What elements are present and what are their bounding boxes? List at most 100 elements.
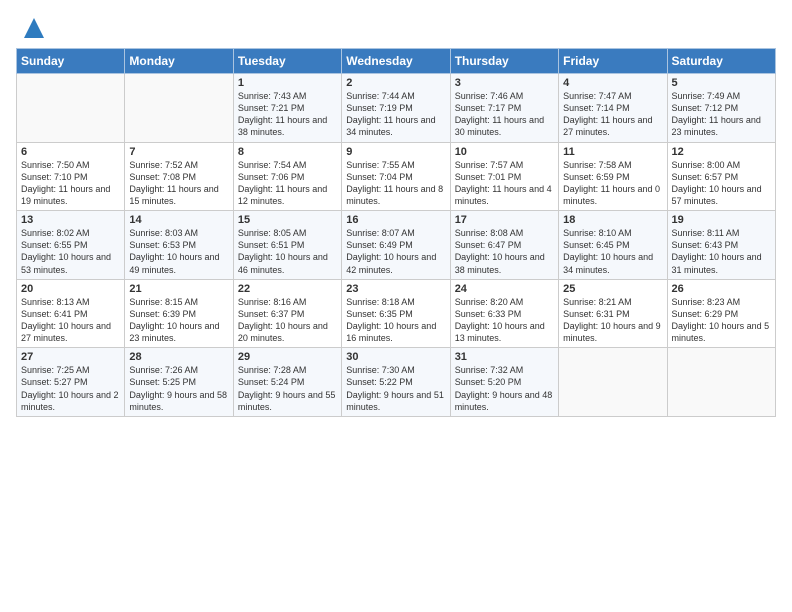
day-info: Sunrise: 7:26 AM Sunset: 5:25 PM Dayligh… <box>129 364 228 413</box>
day-number: 3 <box>455 77 554 89</box>
day-number: 18 <box>563 214 662 226</box>
day-number: 15 <box>238 214 337 226</box>
day-cell: 9Sunrise: 7:55 AM Sunset: 7:04 PM Daylig… <box>342 142 450 211</box>
day-number: 23 <box>346 283 445 295</box>
day-info: Sunrise: 7:30 AM Sunset: 5:22 PM Dayligh… <box>346 364 445 413</box>
day-number: 25 <box>563 283 662 295</box>
weekday-friday: Friday <box>559 49 667 74</box>
day-info: Sunrise: 7:54 AM Sunset: 7:06 PM Dayligh… <box>238 159 337 208</box>
day-number: 28 <box>129 351 228 363</box>
day-info: Sunrise: 7:25 AM Sunset: 5:27 PM Dayligh… <box>21 364 120 413</box>
day-cell <box>17 74 125 143</box>
day-number: 19 <box>672 214 771 226</box>
day-cell: 20Sunrise: 8:13 AM Sunset: 6:41 PM Dayli… <box>17 279 125 348</box>
day-info: Sunrise: 7:49 AM Sunset: 7:12 PM Dayligh… <box>672 90 771 139</box>
day-cell: 3Sunrise: 7:46 AM Sunset: 7:17 PM Daylig… <box>450 74 558 143</box>
day-info: Sunrise: 8:11 AM Sunset: 6:43 PM Dayligh… <box>672 227 771 276</box>
weekday-saturday: Saturday <box>667 49 775 74</box>
logo-icon <box>20 14 48 42</box>
day-cell: 1Sunrise: 7:43 AM Sunset: 7:21 PM Daylig… <box>233 74 341 143</box>
day-info: Sunrise: 7:52 AM Sunset: 7:08 PM Dayligh… <box>129 159 228 208</box>
day-info: Sunrise: 8:15 AM Sunset: 6:39 PM Dayligh… <box>129 296 228 345</box>
day-cell: 23Sunrise: 8:18 AM Sunset: 6:35 PM Dayli… <box>342 279 450 348</box>
day-info: Sunrise: 7:55 AM Sunset: 7:04 PM Dayligh… <box>346 159 445 208</box>
day-number: 21 <box>129 283 228 295</box>
day-cell: 14Sunrise: 8:03 AM Sunset: 6:53 PM Dayli… <box>125 211 233 280</box>
day-number: 12 <box>672 146 771 158</box>
day-cell: 8Sunrise: 7:54 AM Sunset: 7:06 PM Daylig… <box>233 142 341 211</box>
day-number: 31 <box>455 351 554 363</box>
day-number: 10 <box>455 146 554 158</box>
day-number: 26 <box>672 283 771 295</box>
day-info: Sunrise: 8:18 AM Sunset: 6:35 PM Dayligh… <box>346 296 445 345</box>
day-number: 7 <box>129 146 228 158</box>
day-cell: 17Sunrise: 8:08 AM Sunset: 6:47 PM Dayli… <box>450 211 558 280</box>
day-cell: 29Sunrise: 7:28 AM Sunset: 5:24 PM Dayli… <box>233 348 341 417</box>
day-number: 9 <box>346 146 445 158</box>
day-number: 1 <box>238 77 337 89</box>
day-cell: 18Sunrise: 8:10 AM Sunset: 6:45 PM Dayli… <box>559 211 667 280</box>
day-cell: 2Sunrise: 7:44 AM Sunset: 7:19 PM Daylig… <box>342 74 450 143</box>
day-info: Sunrise: 7:57 AM Sunset: 7:01 PM Dayligh… <box>455 159 554 208</box>
day-cell: 19Sunrise: 8:11 AM Sunset: 6:43 PM Dayli… <box>667 211 775 280</box>
day-cell: 7Sunrise: 7:52 AM Sunset: 7:08 PM Daylig… <box>125 142 233 211</box>
day-cell: 30Sunrise: 7:30 AM Sunset: 5:22 PM Dayli… <box>342 348 450 417</box>
day-info: Sunrise: 8:05 AM Sunset: 6:51 PM Dayligh… <box>238 227 337 276</box>
day-number: 24 <box>455 283 554 295</box>
day-info: Sunrise: 8:07 AM Sunset: 6:49 PM Dayligh… <box>346 227 445 276</box>
weekday-sunday: Sunday <box>17 49 125 74</box>
day-cell: 31Sunrise: 7:32 AM Sunset: 5:20 PM Dayli… <box>450 348 558 417</box>
day-cell <box>559 348 667 417</box>
week-row-2: 6Sunrise: 7:50 AM Sunset: 7:10 PM Daylig… <box>17 142 776 211</box>
day-info: Sunrise: 8:13 AM Sunset: 6:41 PM Dayligh… <box>21 296 120 345</box>
day-cell: 16Sunrise: 8:07 AM Sunset: 6:49 PM Dayli… <box>342 211 450 280</box>
header <box>16 10 776 42</box>
day-info: Sunrise: 8:02 AM Sunset: 6:55 PM Dayligh… <box>21 227 120 276</box>
logo <box>16 14 48 42</box>
day-number: 27 <box>21 351 120 363</box>
day-info: Sunrise: 7:50 AM Sunset: 7:10 PM Dayligh… <box>21 159 120 208</box>
weekday-wednesday: Wednesday <box>342 49 450 74</box>
day-cell: 6Sunrise: 7:50 AM Sunset: 7:10 PM Daylig… <box>17 142 125 211</box>
week-row-1: 1Sunrise: 7:43 AM Sunset: 7:21 PM Daylig… <box>17 74 776 143</box>
day-info: Sunrise: 8:20 AM Sunset: 6:33 PM Dayligh… <box>455 296 554 345</box>
week-row-3: 13Sunrise: 8:02 AM Sunset: 6:55 PM Dayli… <box>17 211 776 280</box>
day-info: Sunrise: 7:32 AM Sunset: 5:20 PM Dayligh… <box>455 364 554 413</box>
day-number: 14 <box>129 214 228 226</box>
day-cell: 13Sunrise: 8:02 AM Sunset: 6:55 PM Dayli… <box>17 211 125 280</box>
day-number: 22 <box>238 283 337 295</box>
day-cell: 4Sunrise: 7:47 AM Sunset: 7:14 PM Daylig… <box>559 74 667 143</box>
day-info: Sunrise: 7:47 AM Sunset: 7:14 PM Dayligh… <box>563 90 662 139</box>
day-cell: 10Sunrise: 7:57 AM Sunset: 7:01 PM Dayli… <box>450 142 558 211</box>
day-info: Sunrise: 8:08 AM Sunset: 6:47 PM Dayligh… <box>455 227 554 276</box>
day-number: 11 <box>563 146 662 158</box>
day-cell: 12Sunrise: 8:00 AM Sunset: 6:57 PM Dayli… <box>667 142 775 211</box>
week-row-4: 20Sunrise: 8:13 AM Sunset: 6:41 PM Dayli… <box>17 279 776 348</box>
calendar-table: SundayMondayTuesdayWednesdayThursdayFrid… <box>16 48 776 417</box>
day-info: Sunrise: 7:43 AM Sunset: 7:21 PM Dayligh… <box>238 90 337 139</box>
week-row-5: 27Sunrise: 7:25 AM Sunset: 5:27 PM Dayli… <box>17 348 776 417</box>
weekday-monday: Monday <box>125 49 233 74</box>
day-number: 13 <box>21 214 120 226</box>
day-number: 16 <box>346 214 445 226</box>
day-cell <box>667 348 775 417</box>
day-info: Sunrise: 7:46 AM Sunset: 7:17 PM Dayligh… <box>455 90 554 139</box>
day-cell: 21Sunrise: 8:15 AM Sunset: 6:39 PM Dayli… <box>125 279 233 348</box>
day-number: 2 <box>346 77 445 89</box>
day-info: Sunrise: 7:58 AM Sunset: 6:59 PM Dayligh… <box>563 159 662 208</box>
day-cell: 15Sunrise: 8:05 AM Sunset: 6:51 PM Dayli… <box>233 211 341 280</box>
day-number: 30 <box>346 351 445 363</box>
weekday-tuesday: Tuesday <box>233 49 341 74</box>
day-info: Sunrise: 8:10 AM Sunset: 6:45 PM Dayligh… <box>563 227 662 276</box>
weekday-header-row: SundayMondayTuesdayWednesdayThursdayFrid… <box>17 49 776 74</box>
day-cell: 28Sunrise: 7:26 AM Sunset: 5:25 PM Dayli… <box>125 348 233 417</box>
day-cell: 25Sunrise: 8:21 AM Sunset: 6:31 PM Dayli… <box>559 279 667 348</box>
day-cell: 24Sunrise: 8:20 AM Sunset: 6:33 PM Dayli… <box>450 279 558 348</box>
day-info: Sunrise: 8:03 AM Sunset: 6:53 PM Dayligh… <box>129 227 228 276</box>
day-cell: 5Sunrise: 7:49 AM Sunset: 7:12 PM Daylig… <box>667 74 775 143</box>
day-number: 29 <box>238 351 337 363</box>
day-number: 8 <box>238 146 337 158</box>
day-number: 17 <box>455 214 554 226</box>
day-cell: 22Sunrise: 8:16 AM Sunset: 6:37 PM Dayli… <box>233 279 341 348</box>
day-number: 5 <box>672 77 771 89</box>
